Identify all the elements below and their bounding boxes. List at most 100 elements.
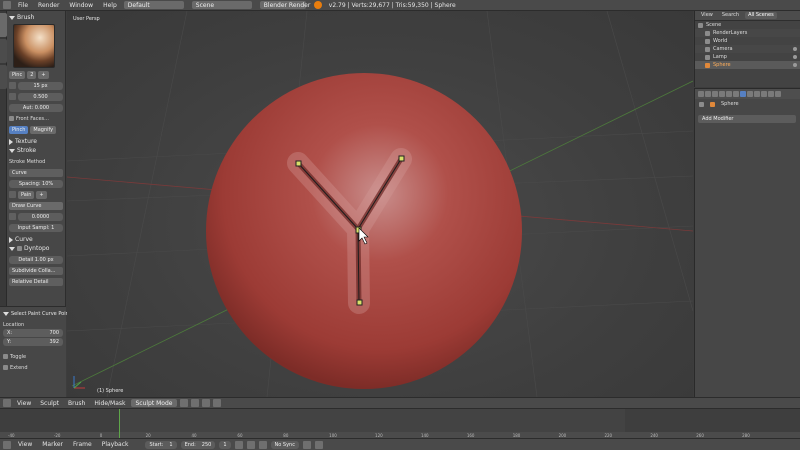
menu-help[interactable]: Help <box>100 2 120 9</box>
render-layers-icon[interactable] <box>705 91 711 97</box>
current-frame-cursor[interactable] <box>119 409 120 439</box>
menu-playback[interactable]: Playback <box>99 441 132 448</box>
world-icon[interactable] <box>719 91 725 97</box>
menu-view[interactable]: View <box>14 400 34 407</box>
curve-point[interactable] <box>356 299 363 306</box>
detail-size-field[interactable]: Detail 1.00 px <box>9 255 63 264</box>
operator-header[interactable]: Select Paint Curve Point <box>3 309 71 318</box>
render-engine-selector[interactable]: Blender Render <box>259 1 310 9</box>
scene-icon[interactable] <box>712 91 718 97</box>
shading-icon[interactable] <box>180 399 189 407</box>
layout-selector[interactable]: Default <box>123 1 184 9</box>
menu-frame[interactable]: Frame <box>70 441 95 448</box>
menu-marker[interactable]: Marker <box>39 441 66 448</box>
tab-options[interactable] <box>0 39 7 63</box>
input-samples-field[interactable]: Input Sampl: 1 <box>9 223 63 232</box>
outliner-search-menu[interactable]: Search <box>719 12 742 19</box>
strength-field[interactable]: 0.500 <box>18 92 63 101</box>
viewport-scene[interactable] <box>67 11 693 397</box>
editor-type-icon[interactable] <box>3 440 11 449</box>
front-faces-checkbox[interactable] <box>9 116 14 121</box>
render-preview-icon[interactable] <box>213 399 222 407</box>
add-modifier-dropdown[interactable]: Add Modifier <box>698 115 796 123</box>
stroke-panel-header[interactable]: Stroke <box>9 146 63 155</box>
dyntopo-panel-header[interactable]: Dyntopo <box>9 244 63 253</box>
modifier-wrench-icon[interactable] <box>740 91 746 97</box>
outliner-item-scene[interactable]: Scene <box>695 21 800 29</box>
menu-render[interactable]: Render <box>35 2 62 9</box>
curve-point[interactable] <box>398 155 405 162</box>
outliner-item-lamp[interactable]: Lamp <box>695 53 800 61</box>
spacing-field[interactable]: Spacing: 10% <box>9 179 63 188</box>
dyntopo-checkbox[interactable] <box>17 246 22 251</box>
end-frame-field[interactable]: End: 250 <box>180 440 216 449</box>
menu-hide-mask[interactable]: Hide/Mask <box>91 400 128 407</box>
3d-viewport[interactable]: User Persp (1) Sphere <box>67 11 693 397</box>
autosmooth-field[interactable]: Aut: 0.000 <box>9 103 63 112</box>
outliner-item-renderlayers[interactable]: RenderLayers <box>695 29 800 37</box>
location-y-field[interactable]: Y: 392 <box>3 338 63 346</box>
tab-slots[interactable] <box>0 65 7 89</box>
layers-icon[interactable] <box>202 399 211 407</box>
toggle-checkbox[interactable] <box>3 354 8 359</box>
object-icon[interactable] <box>726 91 732 97</box>
editor-type-icon[interactable] <box>3 399 11 407</box>
collapse-arrow-icon <box>9 236 13 243</box>
particles-icon[interactable] <box>768 91 774 97</box>
current-frame-field[interactable]: 1 <box>219 440 231 449</box>
scene-selector[interactable]: Scene <box>191 1 252 9</box>
menu-sculpt[interactable]: Sculpt <box>37 400 62 407</box>
outliner-item-world[interactable]: World <box>695 37 800 45</box>
record-icon[interactable] <box>302 440 311 449</box>
data-icon[interactable] <box>747 91 753 97</box>
constraints-icon[interactable] <box>733 91 739 97</box>
paint-curve-selector[interactable]: Pain <box>18 190 35 199</box>
material-icon[interactable] <box>754 91 760 97</box>
jitter-field[interactable]: 0.0000 <box>18 212 63 221</box>
timeline[interactable]: -40 -20 0 20 40 60 80 100 120 140 160 180 200 220 240 2… <box>0 408 800 439</box>
add-brush-button[interactable]: + <box>38 70 49 79</box>
tab-tools[interactable] <box>0 13 7 37</box>
brush-preview[interactable] <box>13 24 55 68</box>
physics-icon[interactable] <box>775 91 781 97</box>
jump-end-icon[interactable] <box>258 440 267 449</box>
outliner-item-sphere[interactable]: Sphere <box>695 61 800 69</box>
location-x-field[interactable]: X: 700 <box>3 329 63 337</box>
outliner-item-camera[interactable]: Camera <box>695 45 800 53</box>
expand-arrow-icon <box>9 246 15 251</box>
mode-selector[interactable]: Sculpt Mode <box>131 399 178 407</box>
magnify-button[interactable]: Magnify <box>30 125 57 134</box>
brush-name-field[interactable]: Pinc <box>9 70 26 79</box>
menu-view[interactable]: View <box>15 441 35 448</box>
menu-window[interactable]: Window <box>66 2 96 9</box>
draw-curve-button[interactable]: Draw Curve <box>9 201 63 210</box>
texture-panel-header[interactable]: Texture <box>9 137 63 146</box>
subdivide-collapse-dropdown[interactable]: Subdivide Colla... <box>9 266 63 275</box>
start-frame-field[interactable]: Start: 1 <box>145 440 177 449</box>
eye-icon[interactable] <box>793 47 797 51</box>
menu-file[interactable]: File <box>15 2 31 9</box>
detailing-dropdown[interactable]: Relative Detail <box>9 277 63 286</box>
render-icon[interactable] <box>698 91 704 97</box>
new-curve-button[interactable]: + <box>36 190 47 199</box>
menu-brush[interactable]: Brush <box>65 400 88 407</box>
outliner-view-menu[interactable]: View <box>698 12 716 19</box>
play-icon[interactable] <box>246 440 255 449</box>
stroke-method-dropdown[interactable]: Curve <box>9 168 63 177</box>
radius-field[interactable]: 15 px <box>18 81 63 90</box>
keying-set-icon[interactable] <box>314 440 323 449</box>
pinch-button[interactable]: Pinch <box>9 125 29 134</box>
eye-icon[interactable] <box>793 63 797 67</box>
extend-checkbox[interactable] <box>3 365 8 370</box>
jump-start-icon[interactable] <box>234 440 243 449</box>
scene-stats: v2.79 | Verts:29,677 | Tris:59,350 | Sph… <box>328 1 456 9</box>
sync-mode-dropdown[interactable]: No Sync <box>270 440 299 449</box>
curve-panel-header[interactable]: Curve <box>9 235 63 244</box>
brush-panel-header[interactable]: Brush <box>9 13 63 22</box>
pivot-icon[interactable] <box>191 399 200 407</box>
eye-icon[interactable] <box>793 55 797 59</box>
texture-icon[interactable] <box>761 91 767 97</box>
curve-point[interactable] <box>295 160 302 167</box>
outliner-display-mode[interactable]: All Scenes <box>745 12 777 19</box>
editor-type-icon[interactable] <box>3 1 11 9</box>
